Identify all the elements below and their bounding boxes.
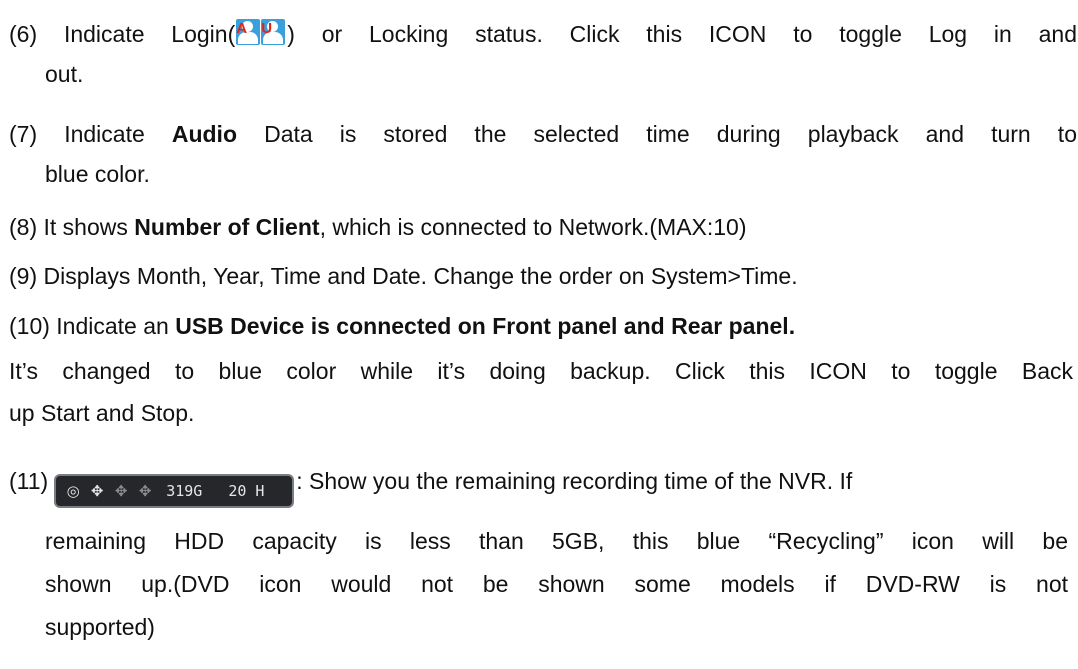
item-10-text-pre: Indicate an — [49, 313, 176, 339]
item-7-text-pre: Indicate — [37, 121, 172, 147]
item-7-text-post: Data is stored the selected time during … — [237, 121, 1077, 147]
item-11-text-cont3: supported) — [45, 614, 155, 640]
item-6-text-cont: out. — [45, 61, 84, 87]
usb-icon: ✥ — [90, 482, 104, 500]
item-10-text-cont1: It’s changed to blue color while it’s do… — [9, 358, 1073, 384]
item-6-text-pre: Indicate Login( — [37, 21, 236, 47]
item-11-text-cont2: shown up.(DVD icon would not be shown so… — [45, 571, 1068, 597]
item-11-text-post: : Show you the remaining recording time … — [296, 468, 853, 494]
item-7-line-2: blue color. — [45, 158, 150, 190]
usb-icon: ✥ — [114, 482, 128, 500]
recording-status-bar: ◎ ✥ ✥ ✥ 319G 20 H — [54, 474, 295, 508]
usb-icon: ✥ — [138, 482, 152, 500]
item-8-bold: Number of Client — [134, 214, 320, 240]
login-lock-icon: AU — [236, 19, 286, 45]
hours-remaining: 20 H — [228, 482, 265, 500]
storage-remaining: 319G — [166, 482, 203, 500]
item-10-text-cont2: up Start and Stop. — [9, 400, 195, 426]
item-11-line-1: (11) ◎ ✥ ✥ ✥ 319G 20 H : Show you the remaining… — [9, 465, 852, 508]
item-9-line: (9) Displays Month, Year, Time and Date.… — [9, 260, 798, 292]
item-10-line-1: (10) Indicate an USB Device is connected… — [9, 310, 795, 342]
item-11-line-4: supported) — [45, 611, 155, 643]
item-6-number: (6) — [9, 21, 38, 47]
item-10-bold: USB Device is connected on Front panel a… — [175, 313, 796, 339]
user-lock-icon: U — [261, 19, 286, 45]
item-8-text-pre: It shows — [37, 214, 135, 240]
item-6-line-1: (6) Indicate Login(A U) or Locking status… — [9, 18, 1077, 50]
item-7-text-cont: blue color. — [45, 161, 150, 187]
item-9-number: (9) — [9, 263, 38, 289]
item-8-text-post: , which is connected to Network.(MAX:10) — [319, 214, 747, 240]
item-10-line-2: It’s changed to blue color while it’s do… — [9, 355, 1073, 387]
item-8-number: (8) — [9, 214, 38, 240]
item-6-text-post: ) or Locking status. Click this ICON to … — [287, 21, 1077, 47]
item-9-text: Displays Month, Year, Time and Date. Cha… — [37, 263, 798, 289]
item-7-bold: Audio — [171, 121, 237, 147]
item-10-line-3: up Start and Stop. — [9, 397, 194, 429]
item-11-line-2: remaining HDD capacity is less than 5GB,… — [45, 525, 1068, 557]
admin-user-icon: A — [236, 19, 261, 45]
item-6-line-2: out. — [45, 58, 83, 90]
eye-icon: ◎ — [66, 482, 80, 500]
item-11-text-cont1: remaining HDD capacity is less than 5GB,… — [45, 528, 1068, 554]
item-10-number: (10) — [9, 313, 50, 339]
item-7-line-1: (7) Indicate Audio Data is stored the se… — [9, 118, 1077, 150]
item-8-line: (8) It shows Number of Client, which is … — [9, 211, 747, 243]
item-7-number: (7) — [9, 121, 38, 147]
item-11-line-3: shown up.(DVD icon would not be shown so… — [45, 568, 1068, 600]
item-11-number: (11) — [9, 468, 49, 494]
